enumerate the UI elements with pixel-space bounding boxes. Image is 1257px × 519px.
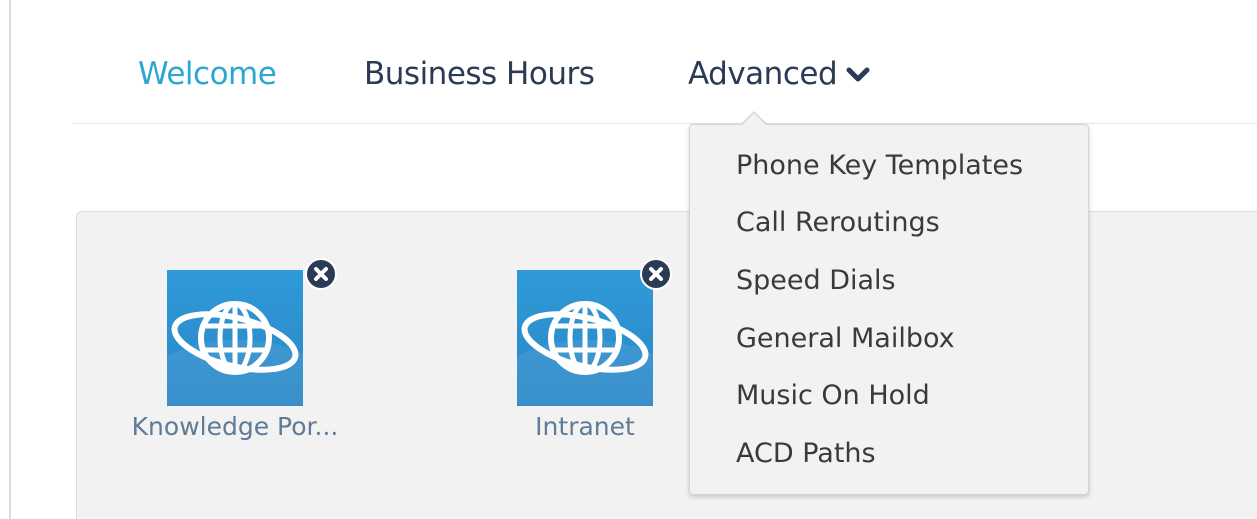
top-nav: Welcome Business Hours Advanced	[0, 0, 1257, 124]
tile-intranet[interactable]: Intranet	[480, 258, 690, 444]
dropdown-caret-inner	[742, 113, 766, 125]
advanced-dropdown-menu: Phone Key Templates Call Reroutings Spee…	[689, 124, 1089, 495]
tile-knowledge-portal[interactable]: Knowledge Por...	[130, 258, 340, 444]
menu-item-speed-dials[interactable]: Speed Dials	[736, 261, 896, 301]
page: Welcome Business Hours Advanced Knowledg…	[0, 0, 1257, 519]
menu-item-phone-key-templates[interactable]: Phone Key Templates	[736, 146, 1023, 186]
menu-item-acd-paths[interactable]: ACD Paths	[736, 434, 876, 474]
menu-item-music-on-hold[interactable]: Music On Hold	[736, 376, 930, 416]
nav-tab-welcome[interactable]: Welcome	[138, 52, 277, 96]
chevron-down-icon	[845, 52, 871, 96]
menu-item-call-reroutings[interactable]: Call Reroutings	[736, 203, 940, 243]
nav-tab-business-hours[interactable]: Business Hours	[364, 52, 595, 96]
nav-tab-advanced[interactable]: Advanced	[688, 52, 871, 96]
tile-label[interactable]: Knowledge Por...	[130, 410, 340, 444]
menu-item-general-mailbox[interactable]: General Mailbox	[736, 319, 955, 359]
globe-icon	[517, 270, 653, 406]
tile-label[interactable]: Intranet	[480, 410, 690, 444]
close-icon[interactable]	[305, 258, 337, 290]
close-icon[interactable]	[640, 258, 672, 290]
globe-icon	[167, 270, 303, 406]
nav-tab-advanced-label: Advanced	[688, 56, 838, 92]
